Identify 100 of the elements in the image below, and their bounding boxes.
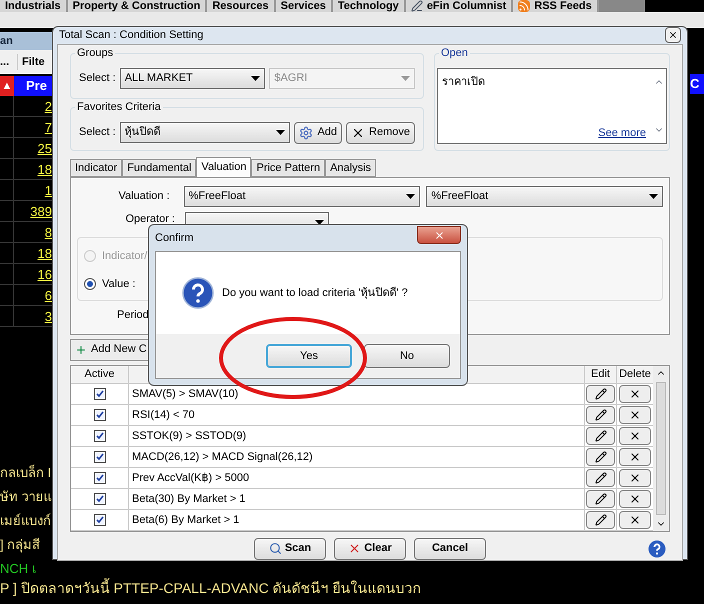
group-label: Open [439,46,470,60]
tab[interactable]: Fundamental [122,158,196,176]
delete-button[interactable] [619,468,651,486]
condition-cell: Beta(30) By Market > 1 [129,488,585,508]
add-button[interactable]: Add [294,122,342,144]
checkbox[interactable] [94,388,106,400]
close-button[interactable] [665,27,681,44]
category-tab[interactable]: Technology [332,0,406,12]
close-icon [629,408,641,420]
news-headline[interactable]: NCH เ [0,560,52,578]
dropdown-arrow-icon [406,194,416,198]
close-icon [434,230,444,240]
close-icon [348,542,362,555]
news-headline[interactable]: P ] ปิดตลาดฯวันนี้ PTTEP-CPALL-ADVANC ดันดัชนีฯ ยืนในแดนบวก [0,579,420,597]
column-header: Delete [618,366,652,382]
see-more-link[interactable]: See more [598,125,646,142]
add-icon [75,344,87,356]
news-headline[interactable]: ] กลุ่มสี [0,536,52,554]
field-label: Select : [79,125,116,140]
field-label: Period [116,308,149,322]
help-icon[interactable] [648,540,666,558]
pen-icon [410,0,423,12]
criteria-dropdown[interactable]: หุ้นปิดดี [120,122,290,143]
edit-button[interactable] [586,426,615,444]
close-icon [629,388,641,400]
scan-button[interactable]: Scan [254,538,326,560]
pencil-icon [594,472,606,484]
condition-cell: Prev AccVal(K฿) > 5000 [129,468,585,488]
checkbox[interactable] [94,514,106,526]
sort-mark: ▲ [0,76,14,96]
radio-button[interactable] [84,278,96,290]
price-cell-text: 389 [29,203,52,221]
news-headline[interactable]: เมย์แบงก์ [0,512,52,530]
category-tab[interactable]: Services [276,0,333,12]
checkbox[interactable] [94,430,106,442]
cancel-button[interactable]: Cancel [414,538,486,560]
tab[interactable]: Valuation [196,156,252,176]
edit-button[interactable] [586,510,615,528]
edit-button[interactable] [586,384,615,402]
clear-button[interactable]: Clear [334,538,406,560]
close-button[interactable] [417,226,461,244]
column-header[interactable]: C [690,74,704,94]
category-tab[interactable]: Resources [207,0,276,12]
news-headline[interactable]: ษัท วายแ [0,488,52,506]
pencil-icon [594,408,606,420]
news-headline[interactable]: กลเบล็ก I [0,464,52,482]
column-header: Edit [585,366,617,382]
checkbox[interactable] [94,492,106,504]
field-label: Select : [79,70,116,86]
edit-button[interactable] [586,468,615,486]
price-cell-text: 18 [36,161,52,179]
remove-button[interactable]: Remove [346,122,415,144]
delete-button[interactable] [619,426,651,444]
window-title: Total Scan : Condition Setting [59,28,204,43]
rss-icon [518,0,530,12]
no-button[interactable]: No [364,344,450,368]
field-label: Valuation : [117,188,171,204]
column-header[interactable]: Pre [14,76,52,96]
category-tab[interactable]: eFin Columnist [406,0,514,12]
market-dropdown[interactable]: ALL MARKET [120,68,266,88]
valuation-dropdown[interactable]: %FreeFloat [426,186,663,206]
close-icon [629,472,641,484]
tab[interactable]: Indicator [70,158,122,176]
checkbox[interactable] [94,450,106,462]
radio-label: Indicator/ [102,248,148,264]
category-tab[interactable]: Property & Construction [68,0,208,12]
yes-button[interactable]: Yes [266,344,352,368]
panel-title: an [0,34,13,49]
delete-button[interactable] [619,384,651,402]
tab[interactable]: Price Pattern [251,158,326,176]
edit-button[interactable] [586,448,615,466]
price-cell-text: 25 [36,140,52,158]
column-header: Filte [21,54,45,70]
category-tab[interactable]: RSS Feeds [513,0,599,12]
price-cell-text: 6 [44,287,52,305]
group-label: Groups [75,46,116,60]
delete-button[interactable] [619,448,651,466]
checkbox[interactable] [94,472,106,484]
dropdown-arrow-icon [315,220,324,224]
checkbox[interactable] [94,408,106,420]
condition-cell: SSTOK(9) > SSTOD(9) [129,426,585,446]
tab[interactable]: Analysis [325,158,376,176]
delete-button[interactable] [619,406,651,424]
delete-button[interactable] [619,510,651,528]
description-text: ราคาเปิด [441,74,485,90]
delete-button[interactable] [619,490,651,508]
description-box[interactable]: ราคาเปิด See more [437,68,667,144]
group-label: Favorites Criteria [75,100,163,114]
edit-button[interactable] [586,490,615,508]
condition-cell: Beta(6) By Market > 1 [129,510,585,530]
column-header: Active [71,366,129,382]
category-tab[interactable]: Industrials [0,0,68,12]
valuation-dropdown[interactable]: %FreeFloat [184,186,420,206]
pencil-icon [594,450,606,462]
dropdown-arrow-icon [648,194,658,198]
close-icon [668,30,678,40]
close-icon [629,514,641,526]
scrollbar[interactable] [653,366,669,530]
edit-button[interactable] [586,406,615,424]
pencil-icon [594,492,606,504]
